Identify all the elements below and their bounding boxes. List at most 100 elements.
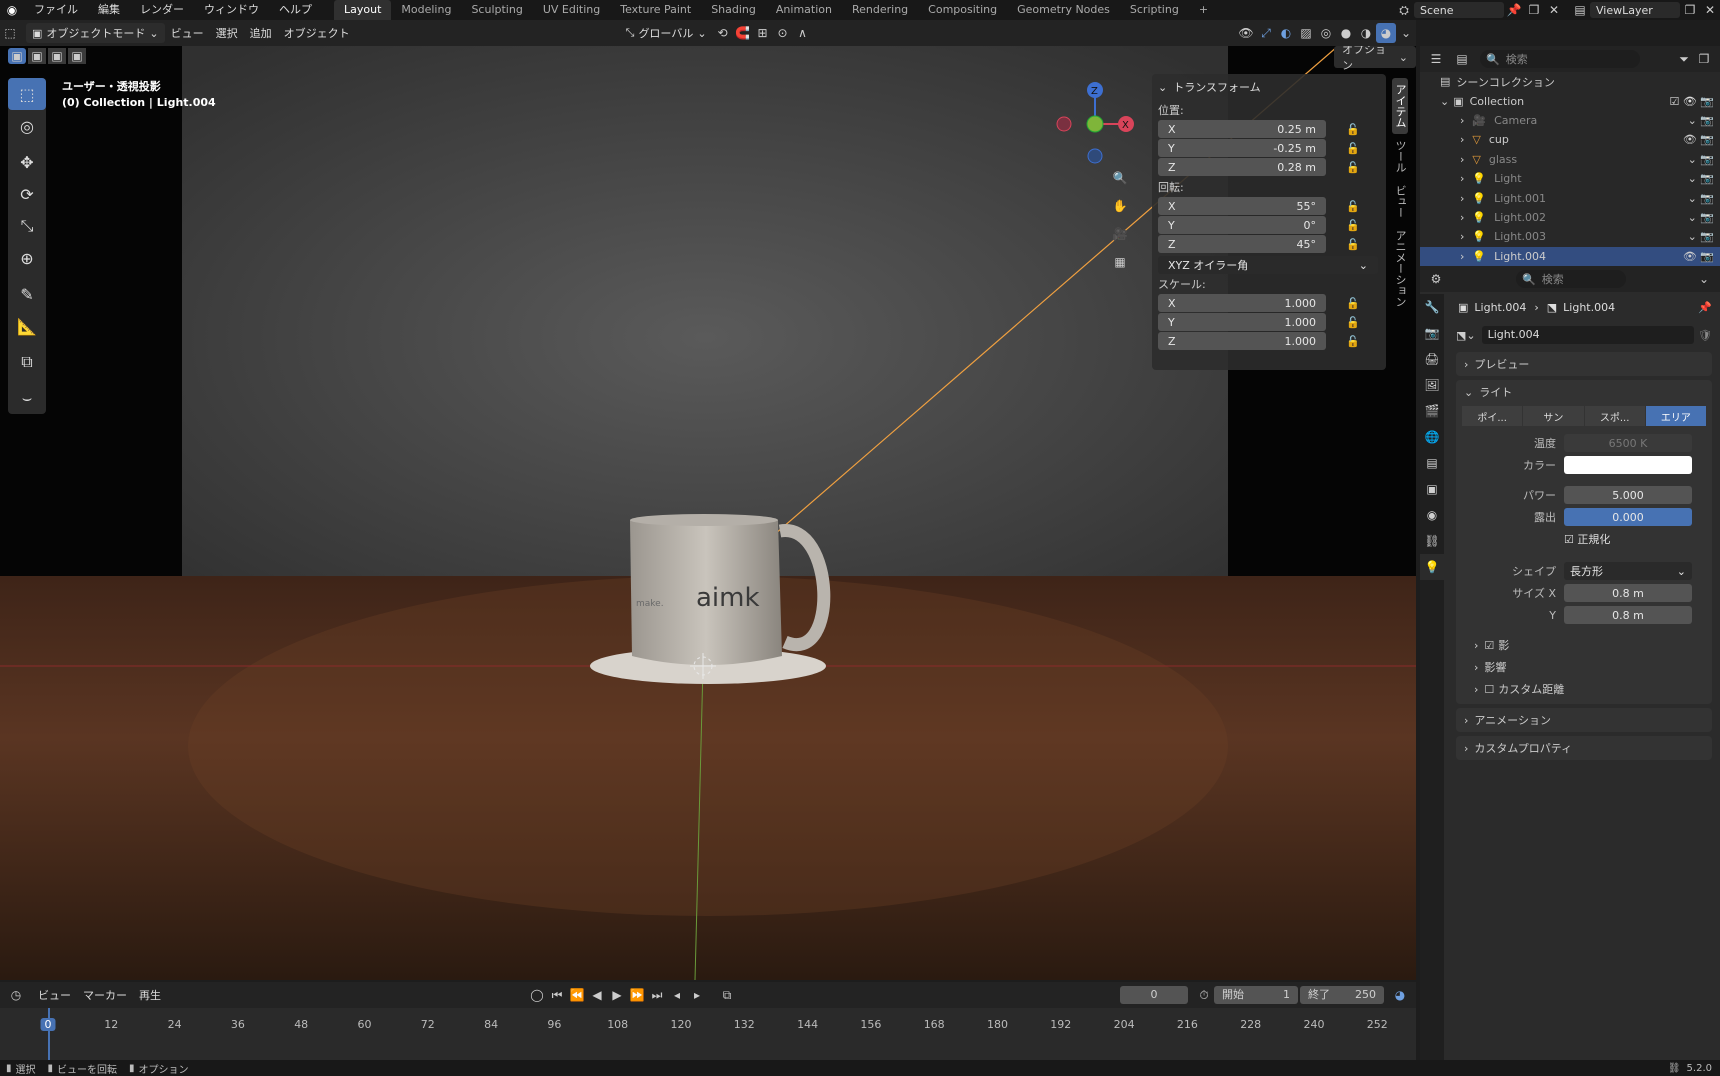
lock-icons[interactable]: 🔓 🔓 🔓: [1332, 120, 1360, 177]
keyframe-next-icon[interactable]: ▸: [687, 985, 707, 1005]
shading-wireframe-icon[interactable]: ◎: [1316, 23, 1336, 43]
scale-y-field[interactable]: Y 1.000: [1158, 313, 1326, 331]
options-dropdown[interactable]: オプション ⌄: [1334, 46, 1416, 72]
chevron-right-icon[interactable]: ›: [1460, 230, 1464, 243]
new-collection-icon[interactable]: ❐: [1694, 49, 1714, 69]
scene-collection-row[interactable]: ▤ シーンコレクション: [1420, 72, 1720, 91]
visibility-toggle-icon[interactable]: 👁 📷: [1683, 250, 1714, 263]
rotation-x-field[interactable]: X 55°: [1158, 197, 1326, 215]
select-intersect-icon[interactable]: ▣: [68, 48, 86, 64]
shading-solid-icon[interactable]: ●: [1336, 23, 1356, 43]
tab-geometry-nodes[interactable]: Geometry Nodes: [1007, 0, 1120, 20]
current-frame-field[interactable]: 0: [1120, 986, 1188, 1004]
panel-preview[interactable]: › プレビュー: [1456, 352, 1712, 376]
chevron-right-icon[interactable]: ›: [1460, 153, 1464, 166]
color-swatch[interactable]: [1564, 456, 1692, 474]
playhead[interactable]: [48, 1008, 50, 1060]
outliner-item[interactable]: › 💡 Light.001 ⌄ 📷: [1420, 188, 1720, 207]
editor-type-icon[interactable]: ⬚: [0, 23, 20, 43]
new-viewlayer-icon[interactable]: ❐: [1680, 0, 1700, 20]
scale-tool-icon[interactable]: ⤡: [8, 210, 46, 242]
sidebar-tab-tool[interactable]: ツール: [1392, 134, 1408, 179]
menu-help[interactable]: ヘルプ: [269, 0, 322, 20]
sidebar-tab-item[interactable]: アイテム: [1392, 78, 1408, 134]
remove-viewlayer-icon[interactable]: ✕: [1700, 0, 1720, 20]
location-x-field[interactable]: X 0.25 m: [1158, 120, 1326, 138]
menu-window[interactable]: ウィンドウ: [194, 0, 269, 20]
subpanel-shadow[interactable]: › ☑ 影: [1456, 634, 1712, 656]
end-frame-field[interactable]: 終了 250: [1300, 986, 1384, 1004]
visibility-toggle-icon[interactable]: 👁 📷: [1683, 133, 1714, 146]
pivot-icon[interactable]: ⟲: [713, 23, 733, 43]
light-type-spot[interactable]: スポ...: [1584, 406, 1645, 426]
snap-target-icon[interactable]: ⊞: [753, 23, 773, 43]
outliner-search-input[interactable]: 🔍 検索: [1480, 50, 1640, 68]
menu-add[interactable]: 追加: [244, 23, 278, 43]
tool-tab-icon[interactable]: 🔧: [1420, 294, 1444, 320]
scale-z-field[interactable]: Z 1.000: [1158, 332, 1326, 350]
subpanel-custom-distance[interactable]: › ☐ カスタム距離: [1456, 678, 1712, 700]
visibility-toggle-icon[interactable]: ⌄ 📷: [1688, 172, 1714, 185]
menu-file[interactable]: ファイル: [24, 0, 88, 20]
menu-render[interactable]: レンダー: [130, 0, 194, 20]
outliner-item[interactable]: › 💡 Light ⌄ 📷: [1420, 169, 1720, 188]
scene-name[interactable]: Scene: [1414, 2, 1504, 18]
measure-tool-icon[interactable]: 📐: [8, 310, 46, 342]
filter-icon[interactable]: ⏷: [1674, 49, 1694, 69]
timeline-scrubber[interactable]: 0 12 24 36 48 60 72 84 96 108 120 132 144 156 168 180 19…: [0, 1008, 1416, 1060]
timeline-menu-view[interactable]: ビュー: [32, 985, 77, 1005]
add-cube-tool-icon[interactable]: ⧉: [8, 346, 46, 378]
menu-object[interactable]: オブジェクト: [278, 23, 356, 43]
output-tab-icon[interactable]: 🖨: [1420, 346, 1444, 372]
collection-tab-icon[interactable]: ▤: [1420, 450, 1444, 476]
add-workspace-button[interactable]: +: [1189, 0, 1218, 20]
chevron-right-icon[interactable]: ›: [1460, 211, 1464, 224]
shading-material-icon[interactable]: ◑: [1356, 23, 1376, 43]
chevron-down-icon[interactable]: ⌄: [1396, 23, 1416, 43]
panel-custom-properties[interactable]: › カスタムプロパティ: [1456, 736, 1712, 760]
cursor-tool-icon[interactable]: ◎: [8, 110, 46, 142]
auto-keying-icon[interactable]: ◯: [527, 985, 547, 1005]
chevron-right-icon[interactable]: ›: [1460, 250, 1464, 263]
light-data-tab-icon[interactable]: 💡: [1420, 554, 1444, 580]
datablock-selector[interactable]: ⬔⌄ Light.004 🛡: [1448, 322, 1720, 348]
tab-sculpting[interactable]: Sculpting: [461, 0, 532, 20]
tab-texture-paint[interactable]: Texture Paint: [610, 0, 701, 20]
pan-hand-icon[interactable]: ✋: [1110, 192, 1130, 220]
menu-view[interactable]: ビュー: [165, 23, 210, 43]
collection-row[interactable]: ⌄ ▣ Collection ☑ 👁 📷: [1420, 91, 1720, 110]
select-box-tool-icon[interactable]: ⬚: [8, 78, 46, 110]
constraints-tab-icon[interactable]: ⛓: [1420, 528, 1444, 554]
proportional-edit-icon[interactable]: ⊙: [773, 23, 793, 43]
scene-tab-icon[interactable]: 🎬: [1420, 398, 1444, 424]
ortho-grid-icon[interactable]: ▦: [1110, 248, 1130, 276]
visibility-toggle-icon[interactable]: ⌄ 📷: [1688, 211, 1714, 224]
tab-compositing[interactable]: Compositing: [918, 0, 1007, 20]
temperature-field[interactable]: 6500 K: [1564, 434, 1692, 452]
transform-header[interactable]: ⌄ トランスフォーム: [1158, 78, 1380, 96]
timer-icon[interactable]: ⏱: [1194, 985, 1214, 1005]
panel-animation[interactable]: › アニメーション: [1456, 708, 1712, 732]
physics-tab-icon[interactable]: ◉: [1420, 502, 1444, 528]
sidebar-tab-view[interactable]: ビュー: [1392, 179, 1408, 224]
object-tab-icon[interactable]: ▣: [1420, 476, 1444, 502]
outliner-item[interactable]: › ▽ glass ⌄ 📷: [1420, 150, 1720, 169]
remove-scene-icon[interactable]: ✕: [1544, 0, 1564, 20]
transform-tool-icon[interactable]: ⊕: [8, 242, 46, 274]
shading-rendered-icon[interactable]: ◕: [1376, 23, 1396, 43]
tab-shading[interactable]: Shading: [701, 0, 766, 20]
falloff-icon[interactable]: ∧: [793, 23, 813, 43]
play-icon[interactable]: ▶: [607, 985, 627, 1005]
editor-type-icon[interactable]: ⚙: [1426, 269, 1446, 289]
light-type-sun[interactable]: サン: [1523, 406, 1584, 426]
chevron-right-icon[interactable]: ›: [1460, 133, 1464, 146]
tab-uv-editing[interactable]: UV Editing: [533, 0, 610, 20]
size-y-field[interactable]: 0.8 m: [1564, 606, 1692, 624]
keyframe-prev-icon[interactable]: ◂: [667, 985, 687, 1005]
render-tab-icon[interactable]: 📷: [1420, 320, 1444, 346]
rotation-mode-dropdown[interactable]: XYZ オイラー角 ⌄: [1158, 256, 1378, 274]
tab-rendering[interactable]: Rendering: [842, 0, 918, 20]
outliner-item[interactable]: › 💡 Light.004 👁 📷: [1420, 246, 1720, 266]
pin-icon[interactable]: 📌: [1504, 0, 1524, 20]
viewlayer-name[interactable]: ViewLayer: [1590, 2, 1680, 18]
